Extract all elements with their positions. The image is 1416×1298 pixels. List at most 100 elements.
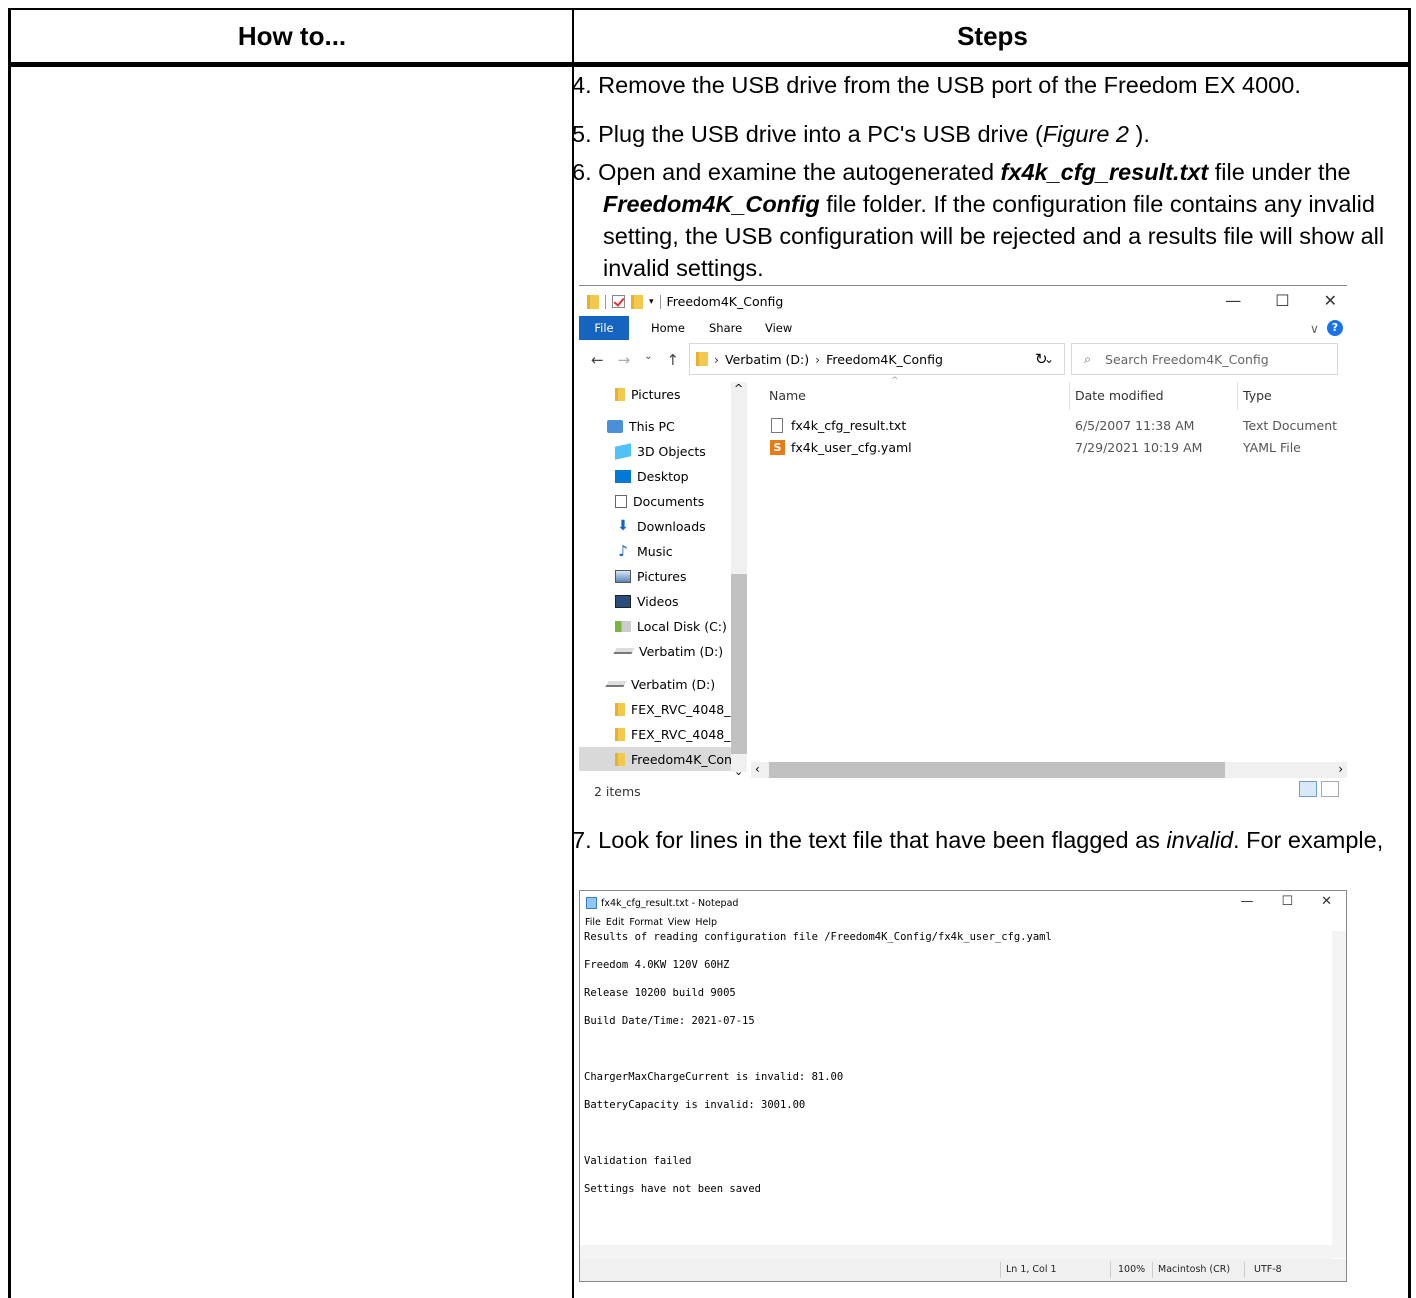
new-folder-icon[interactable] [631,294,643,309]
scrollbar-thumb[interactable] [769,762,1225,778]
status-divider [1000,1262,1001,1278]
step-5: 5. Plug the USB drive into a PC's USB dr… [572,118,1150,150]
menu-view[interactable]: View [668,917,691,928]
properties-icon[interactable] [612,295,625,308]
forward-icon[interactable]: → [618,351,631,369]
address-bar[interactable]: › Verbatim (D:) › Freedom4K_Config ⌄ [689,343,1065,375]
step-6-text: 6. Open and examine the autogenerated [572,159,1001,185]
vertical-scrollbar[interactable] [1332,931,1346,1258]
nav-item-downloads[interactable]: ⬇ Downloads [579,514,731,538]
breadcrumb-drive[interactable]: Verbatim (D:) [725,352,809,367]
tab-view[interactable]: View [765,316,792,340]
close-icon[interactable]: ✕ [1321,894,1332,909]
nav-item-3d-objects[interactable]: 3D Objects [579,439,731,463]
folder-icon [615,727,625,741]
nav-label: Videos [637,593,679,609]
nav-item-local-disk[interactable]: Local Disk (C:) [579,614,731,638]
refresh-icon[interactable]: ↻ [1035,350,1048,368]
config-folder-name: Freedom4K_Config [603,191,820,217]
column-divider[interactable] [1237,382,1238,410]
horizontal-scrollbar[interactable]: ‹ › [751,762,1347,778]
breadcrumb-folder[interactable]: Freedom4K_Config [826,352,943,367]
table-header-row: How to... Steps [11,10,1408,67]
help-icon[interactable]: ? [1327,320,1343,336]
menu-edit[interactable]: Edit [606,917,624,928]
up-icon[interactable]: ↑ [667,351,680,369]
chevron-left-icon[interactable]: ‹ [755,762,760,776]
item-count: 2 items [594,784,641,799]
file-row[interactable]: S fx4k_user_cfg.yaml 7/29/2021 10:19 AM … [751,438,1347,460]
folder-icon [615,752,625,766]
tab-file[interactable]: File [579,316,629,340]
chevron-down-icon[interactable]: ⌄ [734,765,743,778]
menu-help[interactable]: Help [695,917,717,928]
chevron-up-icon[interactable]: ^ [734,382,743,395]
maximize-icon[interactable]: ☐ [1281,894,1293,909]
column-type[interactable]: Type [1243,388,1272,403]
result-file-name: fx4k_cfg_result.txt [1000,159,1209,185]
customize-toolbar-icon[interactable]: ▾ [649,297,654,307]
nav-item-verbatim-drive[interactable]: Verbatim (D:) [579,672,731,696]
ribbon-tabs: File Home Share View ∨ ? [579,316,1347,340]
search-icon: ⌕ [1084,351,1092,366]
close-icon[interactable]: ✕ [1324,291,1337,310]
separator [605,294,606,309]
file-row[interactable]: fx4k_cfg_result.txt 6/5/2007 11:38 AM Te… [751,416,1347,438]
video-icon [615,594,631,608]
menu-file[interactable]: File [585,917,601,928]
nav-label: Music [637,543,673,559]
nav-label: Pictures [637,568,687,584]
details-view-icon[interactable] [1299,781,1317,797]
notepad-status-bar: Ln 1, Col 1 100% Macintosh (CR) UTF-8 [580,1259,1346,1281]
column-date-modified[interactable]: Date modified [1075,388,1164,403]
back-icon[interactable]: ← [591,351,604,369]
nav-label: Documents [633,493,705,509]
nav-item-documents[interactable]: Documents [579,489,731,513]
status-divider [1110,1262,1111,1278]
column-divider[interactable] [1069,382,1070,410]
column-name[interactable]: Name [769,388,806,403]
horizontal-scrollbar[interactable] [580,1245,1332,1259]
nav-label: Verbatim (D:) [631,676,716,692]
nav-item-this-pc[interactable]: This PC [579,414,731,438]
chevron-right-icon: › [714,351,719,367]
expand-ribbon-icon[interactable]: ∨ [1310,321,1319,336]
file-date: 6/5/2007 11:38 AM [1075,418,1195,433]
text-line: Release 10200 build 9005 [584,987,736,999]
nav-item-fex-folder-1[interactable]: FEX_RVC_4048_12 [579,697,731,721]
minimize-icon[interactable]: — [1225,291,1241,310]
folder-icon [615,702,625,716]
step-5-text-end: ). [1129,121,1150,147]
nav-item-verbatim-pc[interactable]: Verbatim (D:) [579,639,731,663]
sort-up-icon: ^ [891,376,899,386]
status-divider [1152,1262,1153,1278]
nav-scrollbar[interactable]: ^ ⌄ [731,382,747,778]
nav-item-music[interactable]: ♪ Music [579,539,731,563]
line-ending: Macintosh (CR) [1158,1264,1231,1275]
notepad-window: fx4k_cfg_result.txt - Notepad — ☐ ✕ File… [579,890,1347,1282]
invalid-keyword: invalid [1166,827,1234,853]
tab-home[interactable]: Home [651,316,685,340]
recent-locations-icon[interactable]: ⌄ [644,351,652,369]
nav-item-desktop[interactable]: Desktop [579,464,731,488]
text-line: BatteryCapacity is invalid: 3001.00 [584,1099,806,1111]
folder-icon [696,352,708,366]
search-box[interactable]: ⌕ Search Freedom4K_Config [1071,343,1338,375]
header-steps: Steps [957,20,1028,51]
scrollbar-thumb[interactable] [731,574,747,754]
tab-share[interactable]: Share [709,316,742,340]
large-icons-view-icon[interactable] [1321,781,1339,797]
chevron-right-icon[interactable]: › [1338,762,1343,776]
maximize-icon[interactable]: ☐ [1275,291,1289,310]
nav-item-fex-folder-2[interactable]: FEX_RVC_4048_12 [579,722,731,746]
nav-item-freedom4k-config[interactable]: Freedom4K_Confi [579,747,731,771]
minimize-icon[interactable]: — [1240,894,1253,909]
menu-format[interactable]: Format [629,917,662,928]
search-input[interactable]: Search Freedom4K_Config [1105,352,1269,367]
menu-bar: File Edit Format View Help [585,917,717,928]
nav-label: This PC [629,418,675,434]
text-line: Results of reading configuration file /F… [584,931,1052,943]
nav-item-pictures[interactable]: Pictures [579,564,731,588]
nav-item-pictures-quick[interactable]: Pictures [579,382,731,406]
nav-item-videos[interactable]: Videos [579,589,731,613]
